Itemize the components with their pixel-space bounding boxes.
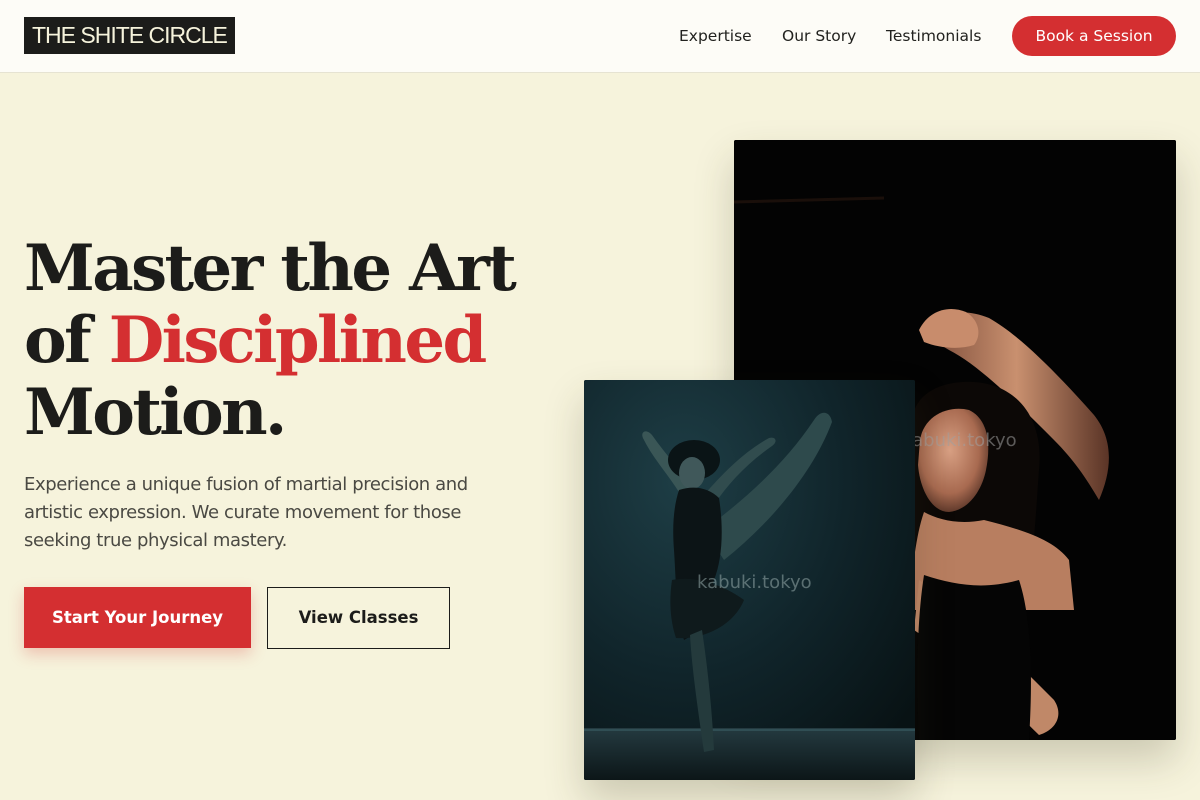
view-classes-button[interactable]: View Classes — [267, 587, 450, 649]
nav-link-testimonials[interactable]: Testimonials — [886, 24, 981, 48]
site-logo[interactable]: THE SHITE CIRCLE — [24, 17, 235, 54]
headline-line-1: Master the Art — [24, 231, 517, 306]
headline-line-2-prefix: of — [24, 303, 109, 378]
site-header: THE SHITE CIRCLE Expertise Our Story Tes… — [0, 0, 1200, 73]
dancer-photo-front: kabuki.tokyo — [584, 380, 915, 780]
watermark-front: kabuki.tokyo — [697, 572, 812, 593]
hero-subtext: Experience a unique fusion of martial pr… — [24, 474, 468, 551]
book-session-button[interactable]: Book a Session — [1012, 16, 1176, 56]
headline-line-3: Motion. — [24, 375, 287, 450]
nav-link-expertise[interactable]: Expertise — [679, 24, 752, 48]
watermark-back: kabuki.tokyo — [902, 430, 1017, 451]
headline-accent-word: Disciplined — [108, 303, 488, 378]
headline-line-2: of Disciplined — [24, 305, 564, 377]
start-journey-button[interactable]: Start Your Journey — [24, 587, 251, 648]
nav-link-our-story[interactable]: Our Story — [782, 24, 856, 48]
hero-headline: Master the Art of Disciplined Motion. — [24, 233, 564, 449]
